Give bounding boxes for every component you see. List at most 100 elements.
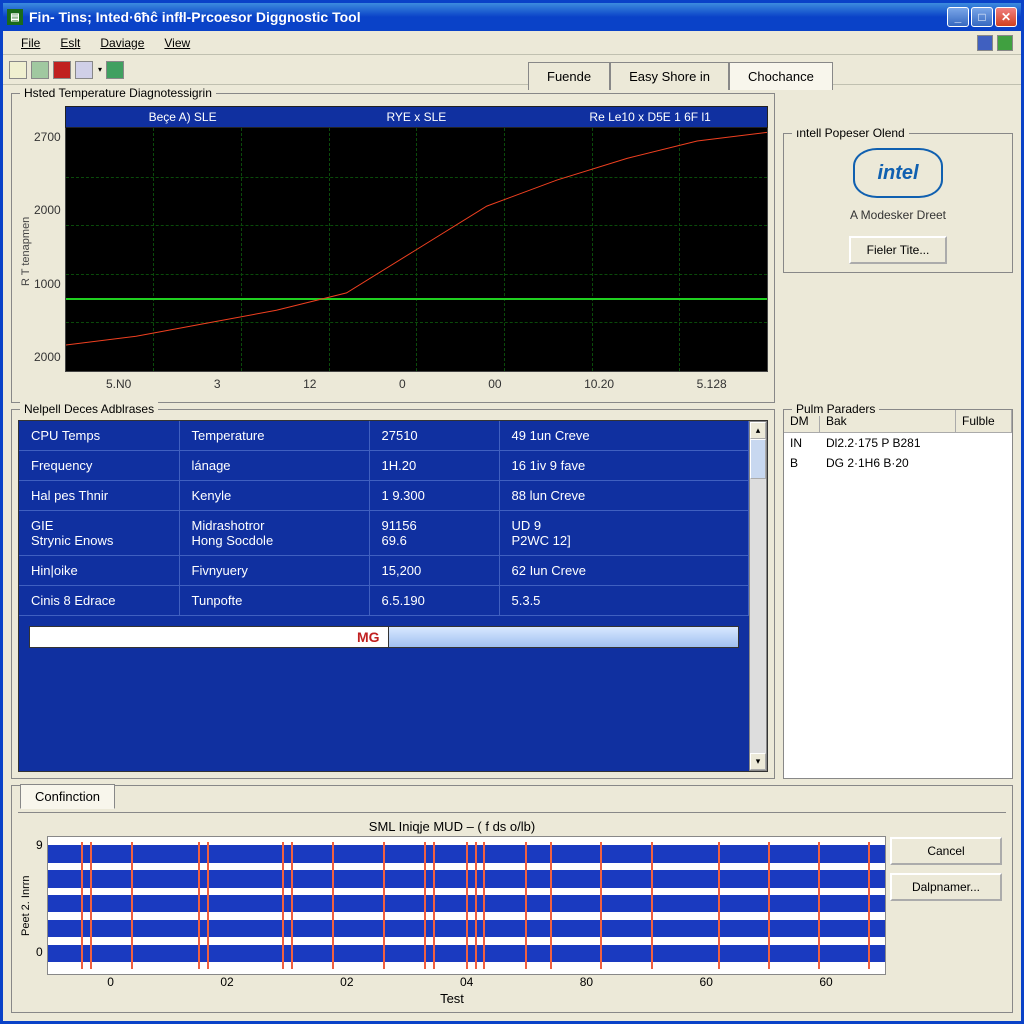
spike-marker: [550, 842, 552, 968]
xtick: 60: [700, 975, 713, 991]
menu-edit[interactable]: Eslt: [50, 33, 90, 53]
bottom-buttons: Cancel Dalpnamer...: [886, 817, 1006, 1006]
bottom-chart-group: Confinction SML Iniqje MUD – ( f ds o/lb…: [11, 785, 1013, 1013]
chart-y-ticks: 2700 2000 1000 2000: [34, 106, 65, 396]
data-table-group: Nelpell Deces Adblrases CPU TempsTempera…: [11, 409, 775, 779]
save-icon[interactable]: [75, 61, 93, 79]
chart-header-seg: RYE x SLE: [299, 110, 533, 124]
xtick: 04: [460, 975, 473, 991]
stop-icon[interactable]: [53, 61, 71, 79]
scroll-up-button[interactable]: ▴: [750, 422, 766, 439]
table-cell: UD 9 P2WC 12]: [499, 511, 749, 556]
chart-group-title: Hsted Temperature Diagnotessigrin: [20, 86, 216, 100]
params-group: Pulm Paraders DM Bak Fulble INDl2.2·175 …: [783, 409, 1013, 779]
spike-marker: [818, 842, 820, 968]
bottom-y-ticks: 9 0: [34, 836, 47, 975]
table-cell: Midrashotror Hong Socdole: [179, 511, 369, 556]
table-cell: 49 1un Creve: [499, 421, 749, 451]
intel-group: ıntell Popeser Olend intel A Modesker Dr…: [783, 133, 1013, 273]
window-title: Fin- Tins; Inted·6ħĉ infłl-Prcoesor Digg…: [29, 9, 947, 25]
spike-marker: [600, 842, 602, 968]
scroll-thumb[interactable]: [750, 439, 766, 479]
table-cell: Frequency: [19, 451, 179, 481]
ytick: 9: [36, 838, 43, 852]
list-cell: IN: [784, 435, 820, 451]
app-window: ▤ Fin- Tins; Inted·6ħĉ infłl-Prcoesor Di…: [0, 0, 1024, 1024]
table-row[interactable]: Hal pes ThnirKenyle1 9.30088 lun Creve: [19, 481, 749, 511]
minimize-button[interactable]: _: [947, 7, 969, 27]
temperature-chart-group: Hsted Temperature Diagnotessigrin R T te…: [11, 93, 775, 403]
params-col[interactable]: Fulble: [956, 410, 1012, 432]
table-cell: Kenyle: [179, 481, 369, 511]
table-row[interactable]: Frequencylánage1H.2016 1iv 9 fave: [19, 451, 749, 481]
params-group-title: Pulm Paraders: [792, 402, 879, 416]
list-item[interactable]: BDG 2·1H6 B·20: [784, 453, 1012, 473]
intel-group-title: ıntell Popeser Olend: [792, 126, 909, 140]
xtick: 5.N0: [106, 377, 131, 391]
ytick: 0: [36, 945, 43, 959]
table-row[interactable]: Hin|oikeFivnyuery15,20062 Iun Creve: [19, 556, 749, 586]
spike-marker: [131, 842, 133, 968]
upper-row: Hsted Temperature Diagnotessigrin R T te…: [11, 93, 1013, 403]
tab-confinction[interactable]: Confinction: [20, 784, 115, 809]
spike-marker: [768, 842, 770, 968]
intel-logo-icon: intel: [853, 148, 943, 198]
dalpnamer-button[interactable]: Dalpnamer...: [890, 873, 1002, 901]
help-icon[interactable]: [977, 35, 993, 51]
list-cell: [956, 455, 1012, 471]
fieler-tite-button[interactable]: Fieler Tite...: [849, 236, 948, 264]
table-cell: 91156 69.6: [369, 511, 499, 556]
content-area: Hsted Temperature Diagnotessigrin R T te…: [3, 85, 1021, 1021]
new-icon[interactable]: [9, 61, 27, 79]
info-icon[interactable]: [997, 35, 1013, 51]
spike-marker: [868, 842, 870, 968]
spike-marker: [424, 842, 426, 968]
spike-marker: [433, 842, 435, 968]
table-cell: 1H.20: [369, 451, 499, 481]
chevron-down-icon[interactable]: ▾: [97, 65, 102, 74]
titlebar: ▤ Fin- Tins; Inted·6ħĉ infłl-Prcoesor Di…: [3, 3, 1021, 31]
bottom-chart-title: SML Iniqje MUD – ( f ds o/lb): [18, 817, 886, 836]
scroll-down-button[interactable]: ▾: [750, 753, 766, 770]
chart-y-label: R T tenapmen: [18, 106, 34, 396]
params-body[interactable]: INDl2.2·175 P B281BDG 2·1H6 B·20: [784, 433, 1012, 778]
open-icon[interactable]: [31, 61, 49, 79]
spike-marker: [207, 842, 209, 968]
data-table: CPU TempsTemperature2751049 1un CreveFre…: [19, 421, 749, 616]
bottom-plot[interactable]: [47, 836, 886, 975]
table-row[interactable]: GIE Strynic EnowsMidrashotror Hong Socdo…: [19, 511, 749, 556]
table-cell: 62 Iun Creve: [499, 556, 749, 586]
table-group-title: Nelpell Deces Adblrases: [20, 402, 158, 416]
menu-file[interactable]: File: [11, 33, 50, 53]
table-row[interactable]: Cinis 8 EdraceTunpofte6.5.1905.3.5: [19, 586, 749, 616]
table-cell: 5.3.5: [499, 586, 749, 616]
xtick: 3: [214, 377, 221, 391]
table-cell: GIE Strynic Enows: [19, 511, 179, 556]
bottom-x-ticks: 0 02 02 04 80 60 60: [18, 975, 886, 991]
spike-marker: [282, 842, 284, 968]
temperature-plot[interactable]: [65, 128, 768, 372]
spike-marker: [475, 842, 477, 968]
xtick: 5.128: [697, 377, 727, 391]
chart-header: Beçe A) SLE RYE x SLE Re Le10 x D5E 1 6F…: [65, 106, 768, 128]
progress-bar: MG: [29, 626, 739, 648]
cancel-button[interactable]: Cancel: [890, 837, 1002, 865]
spike-marker: [198, 842, 200, 968]
chart-header-seg: Re Le10 x D5E 1 6F l1: [533, 110, 767, 124]
list-item[interactable]: INDl2.2·175 P B281: [784, 433, 1012, 453]
close-button[interactable]: ✕: [995, 7, 1017, 27]
list-cell: DG 2·1H6 B·20: [820, 455, 956, 471]
ytick: 2000: [34, 350, 61, 364]
xtick: 0: [399, 377, 406, 391]
ytick: 2000: [34, 203, 61, 217]
run-icon[interactable]: [106, 61, 124, 79]
table-row[interactable]: CPU TempsTemperature2751049 1un Creve: [19, 421, 749, 451]
menu-daviage[interactable]: Daviage: [90, 33, 154, 53]
menu-view[interactable]: View: [154, 33, 200, 53]
intel-subtitle: A Modesker Dreet: [792, 208, 1004, 222]
table-cell: 27510: [369, 421, 499, 451]
xtick: 02: [340, 975, 353, 991]
maximize-button[interactable]: □: [971, 7, 993, 27]
vertical-scrollbar[interactable]: ▴ ▾: [749, 421, 767, 771]
chart-header-seg: Beçe A) SLE: [66, 110, 300, 124]
